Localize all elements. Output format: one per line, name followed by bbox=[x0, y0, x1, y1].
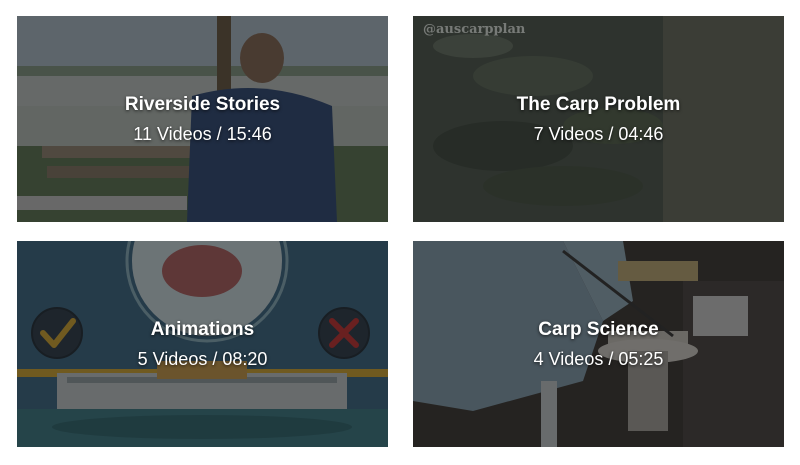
card-caption: The Carp Problem 7 Videos / 04:46 bbox=[413, 16, 784, 222]
card-meta: 11 Videos / 15:46 bbox=[133, 123, 272, 144]
card-title: Animations bbox=[150, 318, 255, 340]
playlist-card-carp-science[interactable]: Carp Science 4 Videos / 05:25 bbox=[413, 241, 784, 447]
card-title: The Carp Problem bbox=[516, 93, 681, 115]
playlist-card-the-carp-problem[interactable]: @auscarpplan The Carp Problem 7 Videos /… bbox=[413, 16, 784, 222]
card-caption: Animations 5 Videos / 08:20 bbox=[17, 241, 388, 447]
playlist-card-animations[interactable]: Animations 5 Videos / 08:20 bbox=[17, 241, 388, 447]
card-caption: Carp Science 4 Videos / 05:25 bbox=[413, 241, 784, 447]
card-caption: Riverside Stories 11 Videos / 15:46 bbox=[17, 16, 388, 222]
card-title: Carp Science bbox=[538, 318, 659, 340]
playlist-card-riverside-stories[interactable]: Riverside Stories 11 Videos / 15:46 bbox=[17, 16, 388, 222]
card-title: Riverside Stories bbox=[124, 93, 281, 115]
card-meta: 7 Videos / 04:46 bbox=[533, 123, 664, 144]
card-meta: 5 Videos / 08:20 bbox=[137, 348, 268, 369]
card-meta: 4 Videos / 05:25 bbox=[533, 348, 664, 369]
